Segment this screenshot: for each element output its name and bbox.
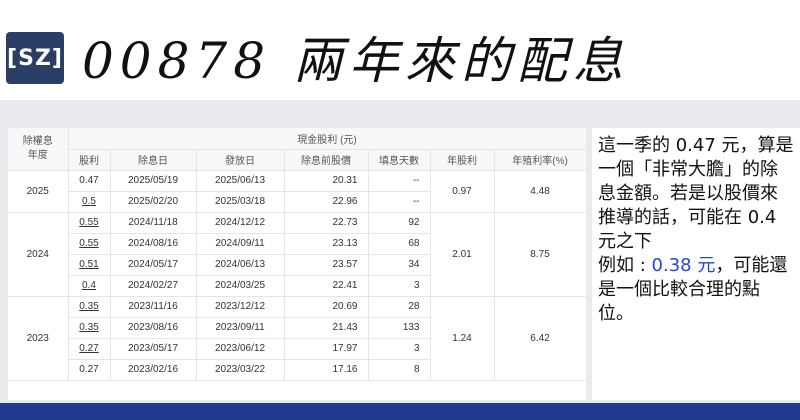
dividend-cell[interactable]: 0.35 bbox=[68, 317, 111, 339]
pay-date-cell: 2023/03/22 bbox=[196, 359, 285, 381]
dividend-cell[interactable]: 0.55 bbox=[68, 233, 111, 255]
fill-days-cell: 28 bbox=[368, 296, 431, 318]
pre-ex-price-cell: 20.31 bbox=[284, 170, 369, 192]
fill-days-cell: -- bbox=[368, 191, 431, 213]
fill-days-cell: 92 bbox=[368, 212, 431, 234]
ex-date-cell: 2023/11/16 bbox=[110, 296, 197, 318]
ex-date-cell: 2024/02/27 bbox=[110, 275, 197, 297]
page-title: 00878 兩年來的配息 bbox=[82, 32, 629, 90]
dividend-value[interactable]: 0.4 bbox=[82, 280, 96, 291]
dividend-value[interactable]: 0.55 bbox=[79, 217, 98, 228]
table-row: 2023 0.35 2023/11/16 2023/12/12 20.69 28 1.24 6… bbox=[8, 296, 586, 381]
dividend-value[interactable]: 0.35 bbox=[79, 301, 98, 312]
year-header: 除權息 年度 bbox=[8, 128, 69, 171]
annual-dividend-cell: 2.01 bbox=[430, 212, 495, 297]
dividend-value: 0.47 bbox=[79, 175, 99, 186]
dividend-table: 除權息 年度 現金股利 (元) 股利 除息日 發放日 除息前股價 填息天數 年股利 年殖利率… bbox=[8, 128, 586, 381]
dividend-value[interactable]: 0.55 bbox=[79, 238, 98, 249]
dividend-value[interactable]: 0.51 bbox=[79, 259, 98, 270]
column-header: 股利 bbox=[68, 149, 111, 171]
annual-dividend-cell: 0.97 bbox=[430, 170, 495, 213]
pre-ex-price-cell: 22.96 bbox=[284, 191, 369, 213]
dividend-cell[interactable]: 0.55 bbox=[68, 212, 111, 234]
fill-days-cell: 68 bbox=[368, 233, 431, 255]
dividend-value[interactable]: 0.35 bbox=[79, 322, 98, 333]
dividend-value[interactable]: 0.5 bbox=[82, 196, 96, 207]
pre-ex-price-cell: 20.69 bbox=[284, 296, 369, 318]
pay-date-cell: 2023/06/12 bbox=[196, 338, 285, 360]
sz-logo: [SZ] bbox=[6, 32, 64, 84]
year-cell: 2024 bbox=[8, 212, 69, 297]
pre-ex-price-cell: 22.41 bbox=[284, 275, 369, 297]
dividend-cell: 0.47 bbox=[68, 170, 111, 192]
fill-days-cell: 34 bbox=[368, 254, 431, 276]
fill-days-cell: 3 bbox=[368, 338, 431, 360]
pay-date-cell: 2024/03/25 bbox=[196, 275, 285, 297]
table-row: 2024 0.55 2024/11/18 2024/12/12 22.73 92 2.01 8… bbox=[8, 212, 586, 297]
fill-days-cell: -- bbox=[368, 170, 431, 192]
dividend-value: 0.27 bbox=[79, 364, 99, 375]
commentary-example-prefix: 例如 : bbox=[598, 255, 652, 276]
pre-ex-price-cell: 17.97 bbox=[284, 338, 369, 360]
annual-yield-cell: 8.75 bbox=[494, 212, 586, 297]
column-header: 年股利 bbox=[430, 149, 495, 171]
footer-band bbox=[0, 403, 800, 420]
fill-days-cell: 8 bbox=[368, 359, 431, 381]
ex-date-cell: 2024/05/17 bbox=[110, 254, 197, 276]
pay-date-cell: 2023/12/12 bbox=[196, 296, 285, 318]
ex-date-cell: 2024/08/16 bbox=[110, 233, 197, 255]
dividend-value[interactable]: 0.27 bbox=[79, 343, 98, 354]
pre-ex-price-cell: 23.57 bbox=[284, 254, 369, 276]
ex-date-cell: 2023/08/16 bbox=[110, 317, 197, 339]
pay-date-cell: 2023/09/11 bbox=[196, 317, 285, 339]
dividend-cell[interactable]: 0.51 bbox=[68, 254, 111, 276]
fill-days-cell: 3 bbox=[368, 275, 431, 297]
content-area: 除權息 年度 現金股利 (元) 股利 除息日 發放日 除息前股價 填息天數 年股利 年殖利率… bbox=[0, 100, 800, 403]
ex-date-cell: 2023/05/17 bbox=[110, 338, 197, 360]
header-band: [SZ] 00878 兩年來的配息 bbox=[0, 0, 800, 100]
column-header: 發放日 bbox=[196, 149, 285, 171]
pay-date-cell: 2025/03/18 bbox=[196, 191, 285, 213]
commentary-example-value: 0.38 元 bbox=[651, 255, 716, 276]
commentary-panel: 這一季的 0.47 元，算是一個「非常大膽」的除息金額。若是以股價來推導的話，可… bbox=[592, 128, 800, 400]
column-header: 填息天數 bbox=[368, 149, 431, 171]
cash-dividend-header: 現金股利 (元) bbox=[68, 128, 586, 150]
pay-date-cell: 2024/09/11 bbox=[196, 233, 285, 255]
pre-ex-price-cell: 21.43 bbox=[284, 317, 369, 339]
dividend-cell[interactable]: 0.5 bbox=[68, 191, 111, 213]
dividend-cell: 0.27 bbox=[68, 359, 111, 381]
dividend-cell[interactable]: 0.35 bbox=[68, 296, 111, 318]
column-header: 除息前股價 bbox=[284, 149, 369, 171]
commentary-text: 這一季的 0.47 元，算是一個「非常大膽」的除息金額。若是以股價來推導的話，可… bbox=[598, 135, 794, 252]
pay-date-cell: 2025/06/13 bbox=[196, 170, 285, 192]
annual-yield-cell: 6.42 bbox=[494, 296, 586, 381]
fill-days-cell: 133 bbox=[368, 317, 431, 339]
dividend-cell[interactable]: 0.27 bbox=[68, 338, 111, 360]
column-header: 除息日 bbox=[110, 149, 197, 171]
ex-date-cell: 2024/11/18 bbox=[110, 212, 197, 234]
annual-dividend-cell: 1.24 bbox=[430, 296, 495, 381]
pay-date-cell: 2024/06/13 bbox=[196, 254, 285, 276]
pre-ex-price-cell: 23.13 bbox=[284, 233, 369, 255]
pre-ex-price-cell: 17.16 bbox=[284, 359, 369, 381]
column-header: 年殖利率(%) bbox=[494, 149, 586, 171]
ex-date-cell: 2023/02/16 bbox=[110, 359, 197, 381]
table-row: 2025 0.47 2025/05/19 2025/06/13 20.31 -- 0.97 4… bbox=[8, 170, 586, 213]
pay-date-cell: 2024/12/12 bbox=[196, 212, 285, 234]
dividend-cell[interactable]: 0.4 bbox=[68, 275, 111, 297]
ex-date-cell: 2025/05/19 bbox=[110, 170, 197, 192]
pre-ex-price-cell: 22.73 bbox=[284, 212, 369, 234]
year-cell: 2023 bbox=[8, 296, 69, 381]
dividend-table-panel: 除權息 年度 現金股利 (元) 股利 除息日 發放日 除息前股價 填息天數 年股利 年殖利率… bbox=[8, 128, 586, 400]
ex-date-cell: 2025/02/20 bbox=[110, 191, 197, 213]
year-cell: 2025 bbox=[8, 170, 69, 213]
annual-yield-cell: 4.48 bbox=[494, 170, 586, 213]
